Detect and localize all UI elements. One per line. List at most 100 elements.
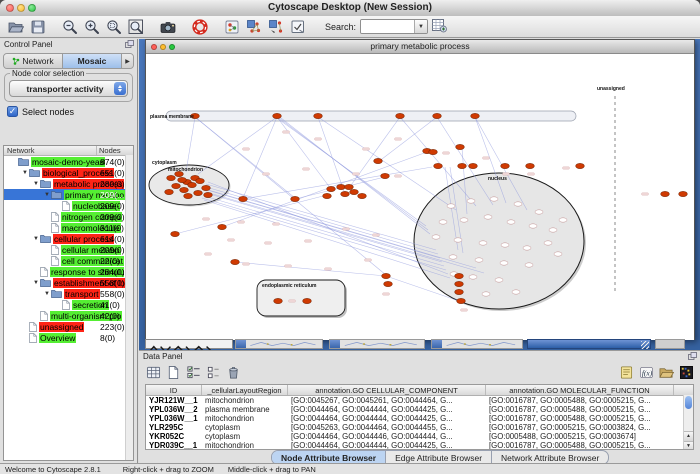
tree-row-transport[interactable]: ▼transport558(0)	[4, 288, 133, 299]
tree-row-count: 209(0)	[100, 201, 125, 211]
scrollbar-thumb[interactable]	[685, 396, 692, 409]
float-panel-icon[interactable]	[688, 352, 697, 360]
status-pan-hint: Middle-click + drag to PAN	[228, 465, 316, 474]
select-nodes-checkbox[interactable]: ✓	[7, 106, 18, 117]
tree-scrollbar[interactable]	[125, 155, 133, 460]
scroll-up-button[interactable]: ▲	[684, 431, 693, 441]
selected-node	[172, 183, 181, 188]
table-scrollbar[interactable]: ▲ ▼	[683, 395, 693, 449]
delete-attribute-button[interactable]	[223, 364, 243, 381]
background-window-fragment[interactable]	[329, 339, 425, 349]
node-color-dropdown[interactable]: transporter activity	[9, 80, 128, 97]
apply-layout-1-button[interactable]	[243, 17, 265, 36]
background-window-text-fragment[interactable]	[145, 339, 233, 349]
column-header[interactable]: annotation.GO CELLULAR_COMPONENT	[288, 385, 486, 395]
table-row[interactable]: YJR121W__1mitochondrion[GO:0045267, GO:0…	[146, 396, 693, 405]
search-dropdown-arrow-icon[interactable]: ▼	[414, 20, 427, 33]
select-attributes-button[interactable]	[183, 364, 203, 381]
tree-expander-icon[interactable]: ▼	[32, 236, 40, 242]
zoom-out-button[interactable]	[59, 17, 81, 36]
network-view-window[interactable]: primary metabolic process plasma membran…	[145, 39, 695, 340]
unselected-node	[495, 278, 503, 282]
save-session-button[interactable]	[27, 17, 49, 36]
background-window-titlebar[interactable]	[527, 339, 651, 349]
table-row[interactable]: YPL036W__2plasma membrane[GO:0044464, GO…	[146, 405, 693, 414]
new-attribute-button[interactable]	[163, 364, 183, 381]
formula-builder-button[interactable]: f(x)	[636, 364, 656, 381]
tree-column-nodes[interactable]: Nodes	[97, 146, 133, 155]
search-input[interactable]	[361, 20, 414, 33]
tree-expander-icon[interactable]: ▼	[43, 291, 51, 297]
zoom-selected-button[interactable]	[103, 17, 125, 36]
unselect-attributes-button[interactable]	[203, 364, 223, 381]
tree-expander-icon[interactable]: ▼	[32, 181, 40, 187]
selected-node	[456, 144, 465, 149]
tiny-node-label	[205, 253, 212, 255]
help-ring-button[interactable]	[189, 17, 211, 36]
tiny-node-label	[265, 242, 272, 244]
tree-expander-icon[interactable]: ▼	[32, 280, 40, 286]
tree-row-overview[interactable]: Overview8(0)	[4, 332, 133, 343]
tree-expander-icon[interactable]: ▼	[43, 192, 51, 198]
zoom-fit-button[interactable]	[125, 17, 147, 36]
import-table-button[interactable]	[428, 15, 450, 34]
tree-expander-icon[interactable]: ▼	[21, 170, 29, 176]
tree-column-network[interactable]: Network	[4, 146, 97, 155]
attribute-table: ID_cellularLayoutRegionannotation.GO CEL…	[145, 384, 694, 450]
scroll-down-button[interactable]: ▼	[684, 441, 693, 450]
tab-overflow-arrow-icon[interactable]: ▶	[122, 54, 133, 68]
network-view-titlebar[interactable]: primary metabolic process	[146, 40, 694, 54]
table-cell: [GO:0044464, GO:0044444, GO:0044425, G..…	[288, 441, 486, 450]
tree-row-nucleobase-[interactable]: nucleobase-209(0)	[4, 200, 133, 211]
tree-row-macromolecule[interactable]: macromolecule311(0)	[4, 222, 133, 233]
selected-node	[202, 185, 211, 190]
background-window-fragment[interactable]	[431, 339, 523, 349]
tree-row-unassigned[interactable]: unassigned223(0)	[4, 321, 133, 332]
table-row[interactable]: YLR295Ccytoplasm[GO:0045263, GO:0044464,…	[146, 423, 693, 432]
zoom-in-button[interactable]	[81, 17, 103, 36]
annotation-select-button[interactable]	[287, 17, 309, 36]
window-titlebar[interactable]: Cytoscape Desktop (New Session)	[0, 0, 700, 17]
background-window-fragment[interactable]	[655, 339, 685, 349]
attribute-grid-button[interactable]	[143, 364, 163, 381]
tiny-node-label	[461, 309, 468, 311]
background-window-fragment[interactable]	[235, 339, 323, 349]
tab-mosaic[interactable]: Mosaic	[63, 54, 122, 68]
tree-row-mosaic-demo-yeast[interactable]: mosaic-demo-yeast874(0)	[4, 156, 133, 167]
import-folder-button[interactable]	[656, 364, 676, 381]
tab-network[interactable]: Network	[4, 54, 63, 68]
tree-row-cellular-process[interactable]: ▼cellular process614(0)	[4, 233, 133, 244]
heatmap-matrix-button[interactable]	[676, 364, 696, 381]
tree-row-nitrogen-compo[interactable]: nitrogen compo209(0)	[4, 211, 133, 222]
tiny-node-label	[325, 268, 332, 270]
float-panel-icon[interactable]	[125, 40, 134, 48]
column-header[interactable]: _cellularLayoutRegion	[202, 385, 288, 395]
column-header[interactable]: ID	[146, 385, 202, 395]
tree-row-primary-metabo[interactable]: ▼primary metabo209(...	[4, 189, 133, 200]
tree-row-response-to-stimulu[interactable]: response to stimulu264(0)	[4, 266, 133, 277]
tree-row-cellular-metabo[interactable]: cellular metabo209(0)	[4, 244, 133, 255]
column-header[interactable]: annotation.GO MOLECULAR_FUNCTION	[486, 385, 674, 395]
unselected-node	[469, 275, 477, 279]
apply-layout-2-button[interactable]	[265, 17, 287, 36]
tree-row-establishment-of-lo[interactable]: ▼establishment of lo558(0)	[4, 277, 133, 288]
export-snapshot-button[interactable]	[157, 17, 179, 36]
selected-node	[273, 113, 282, 118]
tree-row-biological-process[interactable]: ▼biological_process651(0)	[4, 167, 133, 178]
search-box: ▼	[360, 19, 428, 34]
network-canvas[interactable]: plasma membranecytoplasmmitochondrionnuc…	[146, 54, 694, 340]
open-session-button[interactable]	[5, 17, 27, 36]
table-row[interactable]: YKR052Ccytoplasm[GO:0044464, GO:0044446,…	[146, 432, 693, 441]
resize-grip-icon[interactable]	[641, 341, 649, 349]
annotation-notes-button[interactable]	[616, 364, 636, 381]
tree-row-cell-communicat[interactable]: cell communicat22(0)	[4, 255, 133, 266]
graphics-details-button[interactable]	[221, 17, 243, 36]
tree-row-multi-organism-pro[interactable]: multi-organism pro42(0)	[4, 310, 133, 321]
tiny-node-label	[289, 300, 296, 302]
table-row[interactable]: YDR039C__1mitochondrion[GO:0044464, GO:0…	[146, 441, 693, 450]
tree-row-secretion[interactable]: secretion41(0)	[4, 299, 133, 310]
table-row[interactable]: YPL036W__1mitochondrion[GO:0044464, GO:0…	[146, 414, 693, 423]
table-cell: YJR121W__1	[146, 396, 202, 405]
unselected-node	[535, 210, 543, 214]
tree-row-metabolic-process[interactable]: ▼metabolic process280(0)	[4, 178, 133, 189]
